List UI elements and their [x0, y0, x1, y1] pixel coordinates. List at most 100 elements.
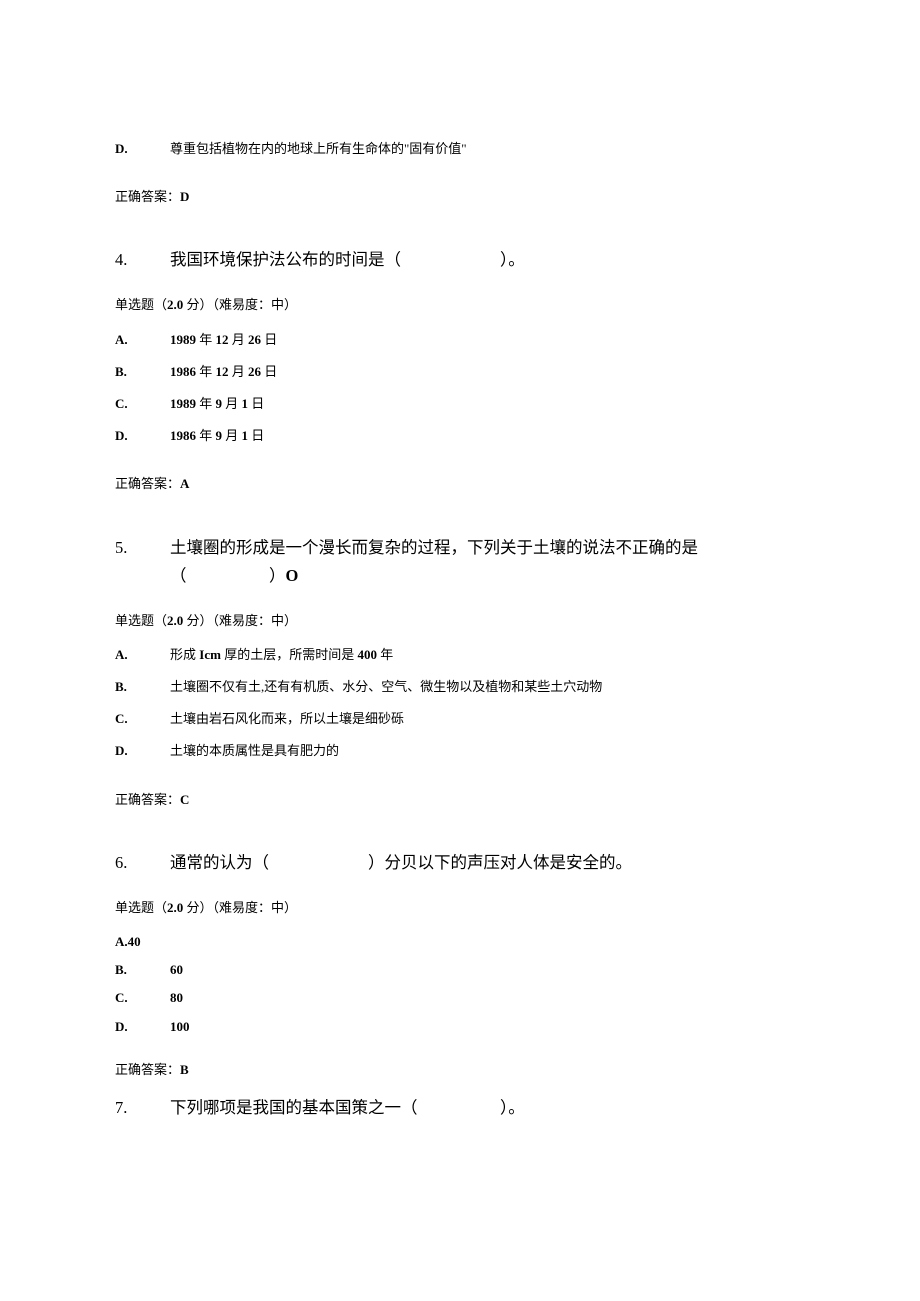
question-number: 7. — [115, 1094, 170, 1122]
month: 12 — [216, 332, 229, 347]
option-letter: D. — [115, 1018, 170, 1036]
sep: 日 — [248, 428, 264, 443]
option-text: 1986 年 9 月 1 日 — [170, 427, 805, 445]
q5-line1: 土壤圈的形成是一个漫长而复杂的过程，下列关于土壤的说法不正确的是 — [170, 538, 698, 557]
option-text: 100 — [170, 1018, 805, 1036]
q4-option-c: C. 1989 年 9 月 1 日 — [115, 395, 805, 413]
sep: 年 — [196, 332, 216, 347]
answer-label: 正确答案： — [115, 1062, 180, 1077]
sep: 年 — [196, 428, 216, 443]
q5-title: 5. 土壤圈的形成是一个漫长而复杂的过程，下列关于土壤的说法不正确的是 （ ）O — [115, 534, 805, 590]
q4-meta: 单选题（2.0 分）（难易度：中） — [115, 296, 805, 314]
q6-option-b: B. 60 — [115, 961, 805, 979]
q4-options: A. 1989 年 12 月 26 日 B. 1986 年 12 月 26 日 … — [115, 331, 805, 446]
option-letter: C. — [115, 395, 170, 413]
q5-meta: 单选题（2.0 分）（难易度：中） — [115, 612, 805, 630]
question-text: 通常的认为（ ）分贝以下的声压对人体是安全的。 — [170, 849, 805, 877]
sep: 年 — [196, 364, 216, 379]
q7-title: 7. 下列哪项是我国的基本国策之一（ ）。 — [115, 1094, 805, 1122]
q5-option-d: D. 土壤的本质属性是具有肥力的 — [115, 742, 805, 760]
q6-option-c: C. 80 — [115, 989, 805, 1007]
q5-option-c: C. 土壤由岩石风化而来，所以土壤是细砂砾 — [115, 710, 805, 728]
meta-suffix: 分）（难易度：中） — [183, 900, 297, 915]
q5-answer: 正确答案：C — [115, 791, 805, 809]
answer-value: B — [180, 1062, 189, 1077]
sep: 月 — [222, 396, 242, 411]
q4-option-a: A. 1989 年 12 月 26 日 — [115, 331, 805, 349]
option-letter: A. — [115, 331, 170, 349]
option-letter: B. — [115, 363, 170, 381]
q4-answer: 正确答案：A — [115, 475, 805, 493]
question-number: 5. — [115, 534, 170, 590]
option-letter: A. — [115, 646, 170, 664]
answer-value: A — [180, 476, 189, 491]
option-letter: D. — [115, 140, 170, 158]
q3-option-d: D. 尊重包括植物在内的地球上所有生命体的"固有价值" — [115, 140, 805, 158]
sep: 日 — [261, 364, 277, 379]
meta-prefix: 单选题（ — [115, 613, 167, 628]
q6-options: A.40 B. 60 C. 80 D. 100 — [115, 933, 805, 1036]
answer-value: D — [180, 189, 189, 204]
q6-title: 6. 通常的认为（ ）分贝以下的声压对人体是安全的。 — [115, 849, 805, 877]
day: 26 — [248, 364, 261, 379]
year: 1986 — [170, 364, 196, 379]
day: 26 — [248, 332, 261, 347]
option-letter: C. — [115, 989, 170, 1007]
option-letter: C. — [115, 710, 170, 728]
t: 形成 — [170, 647, 199, 662]
meta-suffix: 分）（难易度：中） — [183, 613, 297, 628]
answer-label: 正确答案： — [115, 792, 180, 807]
question-number: 4. — [115, 246, 170, 274]
q5-line2-suf: O — [286, 566, 299, 585]
sep: 年 — [196, 396, 216, 411]
option-text: 1989 年 12 月 26 日 — [170, 331, 805, 349]
meta-suffix: 分）（难易度：中） — [183, 297, 297, 312]
option-text: A.40 — [115, 933, 141, 951]
year: 1986 — [170, 428, 196, 443]
q5-line2-pre: （ ） — [170, 566, 286, 585]
meta-prefix: 单选题（ — [115, 900, 167, 915]
q6-option-d: D. 100 — [115, 1018, 805, 1036]
option-text: 1989 年 9 月 1 日 — [170, 395, 805, 413]
option-letter: D. — [115, 742, 170, 760]
sep: 月 — [229, 364, 249, 379]
q5-option-a: A. 形成 Icm 厚的土层，所需时间是 400 年 — [115, 646, 805, 664]
q5-option-b: B. 土壤圈不仅有土,还有有机质、水分、空气、微生物以及植物和某些土穴动物 — [115, 678, 805, 696]
t: 年 — [377, 647, 393, 662]
q4-option-d: D. 1986 年 9 月 1 日 — [115, 427, 805, 445]
option-letter: B. — [115, 961, 170, 979]
q3-answer: 正确答案：D — [115, 188, 805, 206]
option-text: 形成 Icm 厚的土层，所需时间是 400 年 — [170, 646, 805, 664]
q4-option-b: B. 1986 年 12 月 26 日 — [115, 363, 805, 381]
sep: 月 — [229, 332, 249, 347]
answer-label: 正确答案： — [115, 189, 180, 204]
option-text: 尊重包括植物在内的地球上所有生命体的"固有价值" — [170, 140, 805, 158]
t: 厚的土层，所需时间是 — [221, 647, 358, 662]
sep: 日 — [248, 396, 264, 411]
meta-points: 2.0 — [167, 900, 183, 915]
option-text: 80 — [170, 989, 805, 1007]
option-letter: B. — [115, 678, 170, 696]
t: Icm — [199, 647, 221, 662]
question-number: 6. — [115, 849, 170, 877]
q6-meta: 单选题（2.0 分）（难易度：中） — [115, 899, 805, 917]
meta-prefix: 单选题（ — [115, 297, 167, 312]
t: 400 — [357, 647, 377, 662]
sep: 月 — [222, 428, 242, 443]
meta-points: 2.0 — [167, 297, 183, 312]
sep: 日 — [261, 332, 277, 347]
question-text: 下列哪项是我国的基本国策之一（ ）。 — [170, 1094, 805, 1122]
year: 1989 — [170, 332, 196, 347]
answer-value: C — [180, 792, 189, 807]
month: 12 — [216, 364, 229, 379]
answer-label: 正确答案： — [115, 476, 180, 491]
option-text: 60 — [170, 961, 805, 979]
option-text: 土壤圈不仅有土,还有有机质、水分、空气、微生物以及植物和某些土穴动物 — [170, 678, 805, 696]
meta-points: 2.0 — [167, 613, 183, 628]
option-text: 土壤的本质属性是具有肥力的 — [170, 742, 805, 760]
q6-answer: 正确答案：B — [115, 1061, 805, 1079]
option-text: 土壤由岩石风化而来，所以土壤是细砂砾 — [170, 710, 805, 728]
option-text: 1986 年 12 月 26 日 — [170, 363, 805, 381]
question-text: 我国环境保护法公布的时间是（ ）。 — [170, 246, 805, 274]
q6-option-a: A.40 — [115, 933, 805, 951]
